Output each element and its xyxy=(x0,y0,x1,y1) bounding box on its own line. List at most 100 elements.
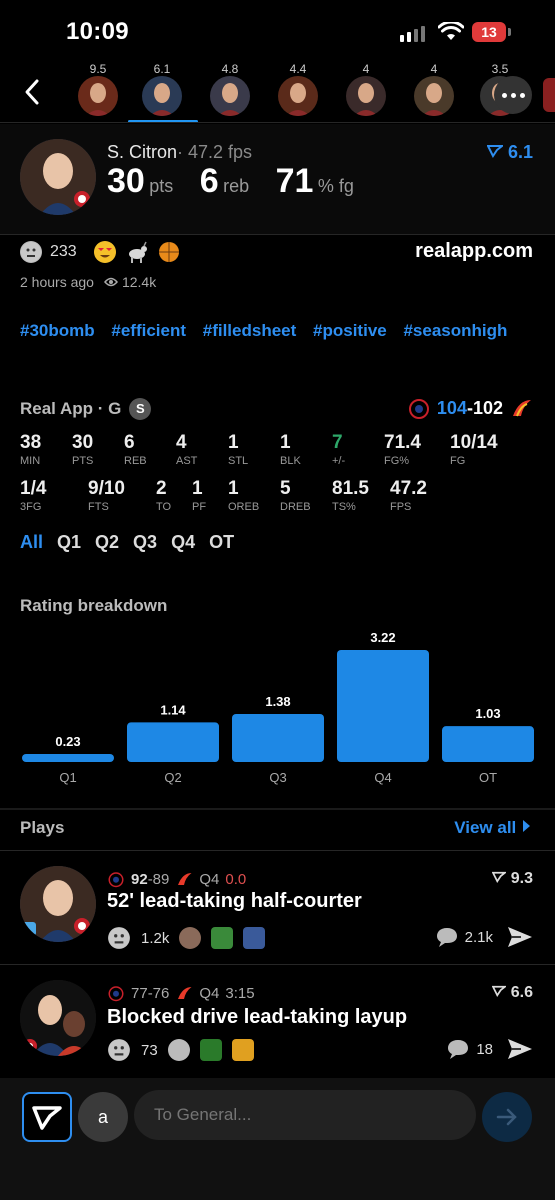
tab-all[interactable]: All xyxy=(20,532,43,553)
stat-fps: 47.2 FPS xyxy=(390,478,427,513)
real-logo-icon xyxy=(491,985,508,997)
heart-eyes-icon[interactable] xyxy=(93,240,117,264)
bar-q4[interactable] xyxy=(337,650,429,762)
play-clock: 3:15 xyxy=(225,984,255,1002)
play-rating-value: 6.6 xyxy=(510,984,533,1001)
play-period: Q4 xyxy=(199,984,220,1002)
stat-value: 5 xyxy=(280,478,291,499)
stat-value: 38 xyxy=(20,432,42,453)
hashtag[interactable]: #seasonhigh xyxy=(403,316,507,346)
message-input[interactable] xyxy=(134,1090,476,1140)
bar-q2[interactable] xyxy=(127,722,219,762)
stat-dreb: 5 DREB xyxy=(280,478,311,513)
back-icon[interactable] xyxy=(20,76,44,108)
play-title: Blocked drive lead-taking layup xyxy=(107,1006,408,1028)
comment-button[interactable]: 18 xyxy=(446,1038,493,1060)
tab-q2[interactable]: Q2 xyxy=(95,532,119,553)
eye-icon xyxy=(103,277,118,287)
tab-q4[interactable]: Q4 xyxy=(171,532,195,553)
carousel-player-avatar[interactable] xyxy=(142,76,182,116)
stat-to: 2 TO xyxy=(156,478,171,513)
carousel-player-avatar[interactable] xyxy=(78,76,118,116)
carousel-player-avatar[interactable] xyxy=(210,76,250,116)
play-card[interactable]: 77 -76 Q4 3:15 6.6 Blocked drive lead-ta… xyxy=(0,966,555,1078)
view-all-label: View all xyxy=(454,818,517,837)
game-badge: S xyxy=(129,398,152,420)
carousel-player-rating: 3.5 xyxy=(491,62,509,76)
neutral-face-icon[interactable] xyxy=(107,1038,131,1062)
real-logo-icon xyxy=(32,1106,62,1130)
hashtag[interactable]: #positive xyxy=(313,316,387,346)
source-site-link[interactable]: realapp.com xyxy=(415,240,533,263)
home-score: 104 xyxy=(436,397,467,418)
status-bar: 10:09 13 xyxy=(0,0,555,60)
stat-value: 1/4 xyxy=(20,478,47,499)
fg-unit: % fg xyxy=(317,176,354,196)
player-header: S. Citron · 47.2 fps 30 pts 6 reb 71 % f… xyxy=(0,124,555,234)
play-card[interactable]: 92 -89 Q4 0.0 9.3 52' lead-taking half-c… xyxy=(0,852,555,964)
stat-3fg: 1/4 3FG xyxy=(20,478,46,513)
play-score: 92 -89 Q4 0.0 xyxy=(107,870,246,888)
stat-value: 1 xyxy=(228,432,239,453)
play-rating: 6.6 xyxy=(491,984,533,1002)
play-actions: 2.1k xyxy=(435,926,533,948)
share-icon[interactable] xyxy=(507,926,533,948)
stat-pf: 1 PF xyxy=(192,478,206,513)
neutral-face-icon[interactable] xyxy=(107,926,131,950)
basketball-icon[interactable] xyxy=(157,240,181,264)
more-options-button[interactable] xyxy=(494,76,532,114)
play-home-score: 77 xyxy=(131,984,148,1002)
stat-value: 4 xyxy=(176,432,187,453)
bar-ot[interactable] xyxy=(442,726,534,762)
x-tick-label: Q3 xyxy=(269,770,286,785)
headline-stats: 30 pts 6 reb 71 % fg xyxy=(107,162,376,201)
stat-label: REB xyxy=(124,455,147,467)
chevron-right-icon xyxy=(523,820,530,832)
carousel-player-avatar[interactable] xyxy=(346,76,386,116)
stat-fg: 10/14 FG xyxy=(450,432,498,467)
carousel-player-avatar[interactable] xyxy=(278,76,318,116)
game-score[interactable]: 104 -102 xyxy=(407,396,533,420)
carousel-player-rating: 4 xyxy=(362,62,370,76)
bar-q1[interactable] xyxy=(22,754,114,762)
real-app-logo-button[interactable] xyxy=(22,1092,72,1142)
mystics-logo-icon xyxy=(108,872,124,888)
play-reaction-count: 73 xyxy=(141,1041,158,1059)
stat-label: FPS xyxy=(390,501,412,513)
comment-button[interactable]: 2.1k xyxy=(435,926,493,948)
play-away-score: -89 xyxy=(147,870,170,888)
stat-value: 1 xyxy=(192,478,203,499)
reaction-thumbnail xyxy=(167,1039,190,1061)
neutral-face-icon[interactable] xyxy=(20,241,42,263)
view-all-link[interactable]: View all xyxy=(454,818,531,838)
send-button[interactable] xyxy=(482,1092,532,1142)
x-tick-label: Q2 xyxy=(164,770,181,785)
player-rating[interactable]: 6.1 xyxy=(486,142,533,163)
goat-icon[interactable] xyxy=(125,240,149,264)
share-icon[interactable] xyxy=(507,1038,533,1060)
page: 10:09 13 9.5 6.1 4.8 4.4 4 4 3.5 S. Citr… xyxy=(0,0,555,1200)
carousel-player-avatar[interactable] xyxy=(414,76,454,116)
stat-fg-: 71.4 FG% xyxy=(384,432,421,467)
tab-q1[interactable]: Q1 xyxy=(57,532,81,553)
tab-q3[interactable]: Q3 xyxy=(133,532,157,553)
stat-value: 10/14 xyxy=(450,432,498,453)
bar-q3[interactable] xyxy=(232,714,324,762)
hashtag[interactable]: #efficient xyxy=(111,316,186,346)
stat-reb: 6 REB xyxy=(124,432,147,467)
hashtag[interactable]: #filledsheet xyxy=(203,316,297,346)
view-count: 12.4k xyxy=(121,274,157,290)
stat-label: DREB xyxy=(280,501,311,513)
cellular-signal-icon xyxy=(400,26,425,42)
play-reactions: 1.2k xyxy=(107,926,266,950)
play-away-score: -76 xyxy=(147,984,170,1002)
tab-ot[interactable]: OT xyxy=(209,532,234,553)
rating-breakdown-title: Rating breakdown xyxy=(20,596,168,615)
hashtag[interactable]: #30bomb xyxy=(20,316,95,346)
divider xyxy=(0,234,555,235)
reaction-count: 233 xyxy=(50,243,77,260)
play-home-score: 92 xyxy=(131,870,148,888)
play-comment-count: 18 xyxy=(476,1040,493,1058)
player-avatar[interactable] xyxy=(20,139,96,215)
user-avatar-button[interactable]: a xyxy=(78,1092,128,1142)
